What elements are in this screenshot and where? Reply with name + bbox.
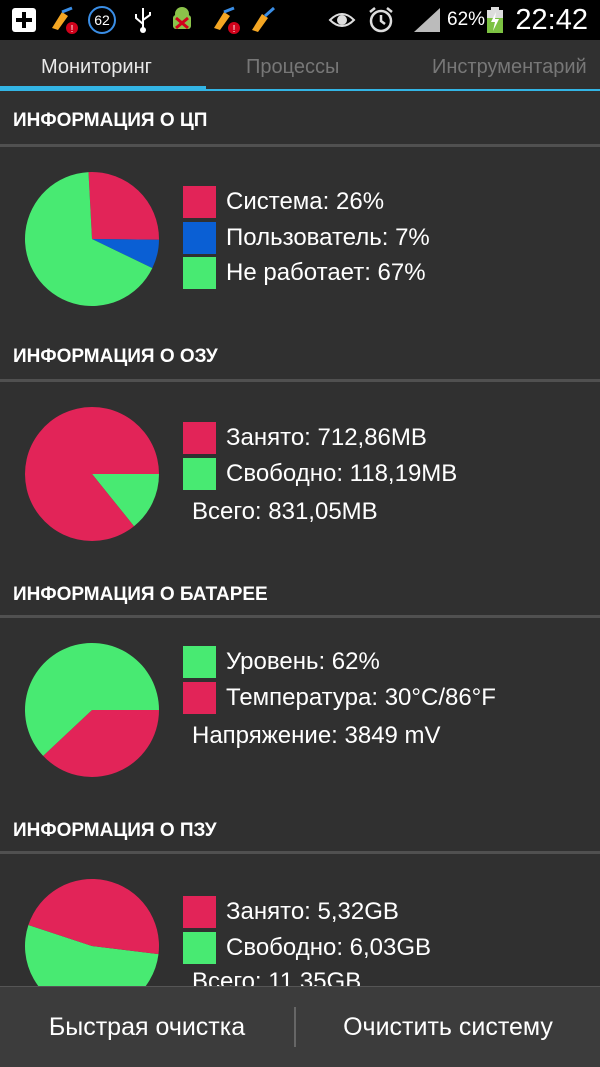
tab-bar: Мониторинг Процессы Инструментарий [0, 40, 600, 92]
legend-label: Занято: 712,86MB [226, 424, 427, 451]
legend-label: Уровень: 62% [226, 648, 380, 675]
signal-icon [414, 8, 440, 32]
usb-icon [135, 8, 151, 33]
svg-text:!: ! [71, 24, 74, 34]
section-title: ИНФОРМАЦИЯ О БАТАРЕЕ [13, 584, 268, 605]
badge-count: 62 [94, 12, 110, 28]
section-header-cpu: ИНФОРМАЦИЯ О ЦП [0, 92, 600, 138]
legend-label: Свободно: 118,19MB [226, 460, 458, 487]
pie-slice [88, 172, 159, 240]
section-header-ram: ИНФОРМАЦИЯ О ОЗУ [0, 328, 600, 374]
legend-label: Температура: 30°C/86°F [226, 684, 496, 711]
section-header-battery: ИНФОРМАЦИЯ О БАТАРЕЕ [0, 566, 600, 612]
section-divider [0, 379, 600, 382]
tab-tools[interactable]: Инструментарий [432, 56, 587, 79]
rom-total: Всего: 11,35GB [192, 968, 362, 986]
legend-swatch [183, 257, 216, 289]
tab-monitoring[interactable]: Мониторинг [41, 56, 152, 79]
legend-label: Пользователь: 7% [226, 224, 430, 251]
section-divider [0, 615, 600, 618]
bottom-action-bar: Быстрая очистка Очистить систему [0, 986, 600, 1067]
battery-percent: 62% [447, 9, 486, 30]
clock: 22:42 [515, 4, 588, 36]
badge-62-icon: 62 [88, 6, 116, 34]
legend-swatch [183, 646, 216, 678]
cpu-pie-chart [24, 172, 159, 306]
legend-label: Занято: 5,32GB [226, 898, 399, 925]
battery-voltage: Напряжение: 3849 mV [192, 722, 441, 749]
ram-pie-chart [24, 407, 160, 541]
legend-swatch [183, 682, 216, 714]
ram-total: Всего: 831,05MB [192, 498, 378, 525]
alarm-icon [369, 7, 393, 33]
legend-swatch [183, 932, 216, 964]
broom-alert-icon: ! [52, 6, 78, 34]
rom-pie-chart [25, 879, 160, 986]
monitoring-content: ИНФОРМАЦИЯ О ЦП Система: 26% Пользовател… [0, 92, 600, 986]
status-bar: ! 62 ! 62% 22:42 [0, 0, 600, 40]
tab-divider-line [206, 89, 600, 91]
tab-processes[interactable]: Процессы [246, 56, 339, 79]
svg-text:!: ! [233, 24, 236, 34]
battery-pie-chart [24, 643, 160, 777]
legend-swatch [183, 222, 216, 254]
legend-swatch [183, 186, 216, 218]
section-divider [0, 851, 600, 854]
clean-system-button[interactable]: Очистить систему [296, 987, 600, 1067]
eye-icon [328, 13, 356, 27]
section-title: ИНФОРМАЦИЯ О ЦП [13, 110, 208, 131]
add-box-icon [12, 8, 36, 32]
broom-icon [252, 6, 275, 32]
section-title: ИНФОРМАЦИЯ О ОЗУ [13, 346, 218, 367]
active-tab-indicator [0, 86, 206, 91]
legend-label: Свободно: 6,03GB [226, 934, 432, 961]
section-header-rom: ИНФОРМАЦИЯ О ПЗУ [0, 802, 600, 848]
broom-alert-icon: ! [214, 6, 240, 34]
legend-swatch [183, 896, 216, 928]
section-divider [0, 144, 600, 147]
quick-clean-button[interactable]: Быстрая очистка [0, 987, 294, 1067]
battery-charging-icon [487, 7, 503, 33]
legend-label: Система: 26% [226, 188, 385, 215]
android-debug-icon [173, 7, 191, 30]
legend-swatch [183, 422, 216, 454]
section-title: ИНФОРМАЦИЯ О ПЗУ [13, 820, 217, 841]
legend-label: Не работает: 67% [226, 259, 426, 286]
legend-swatch [183, 458, 216, 490]
